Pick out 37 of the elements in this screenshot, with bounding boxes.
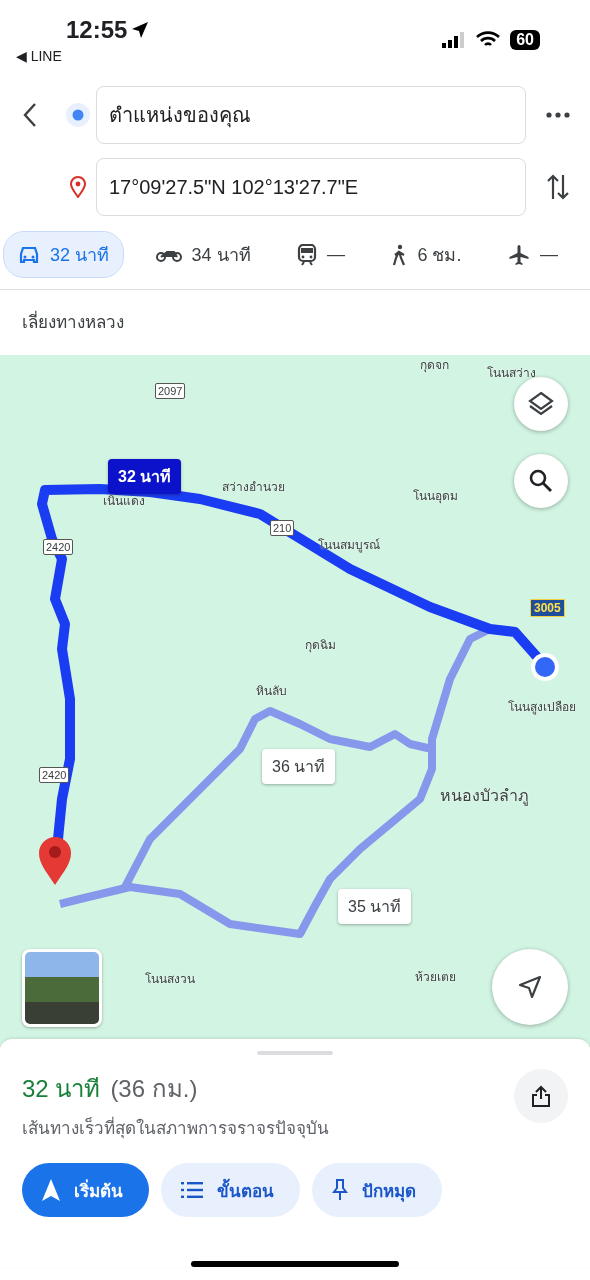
place-label: เนินแดง	[103, 493, 145, 510]
road-number-sign: 2420	[39, 767, 70, 783]
road-number-sign: 2097	[155, 383, 186, 399]
route-time-callout[interactable]: 35 นาที	[338, 889, 412, 924]
destination-field[interactable]: 17°09'27.5"N 102°13'27.7"E	[96, 158, 526, 216]
place-label: โนนสมบูรณ์	[318, 537, 380, 554]
highway-number-sign: 3005	[530, 599, 565, 617]
steps-button[interactable]: ขั้นตอน	[161, 1163, 300, 1217]
route-duration: 32 นาที	[22, 1075, 101, 1102]
place-label: โนนอุดม	[413, 488, 458, 505]
route-time-callout[interactable]: 32 นาที	[108, 459, 182, 494]
place-label: สว่างอำนวย	[222, 479, 285, 496]
travel-mode-tab[interactable]: —	[283, 235, 359, 274]
place-label: กุดจก	[420, 357, 449, 374]
travel-mode-tab[interactable]: 6 ชม.	[377, 232, 476, 277]
place-label: โนนสูงเปลือย	[508, 699, 576, 716]
place-label: กุดฉิม	[305, 637, 336, 654]
travel-mode-tab[interactable]: —	[493, 235, 572, 274]
place-label: โนนสว่าง	[487, 365, 536, 382]
route-time-callout[interactable]: 36 นาที	[262, 749, 336, 784]
travel-mode-tab[interactable]: 32 นาที	[4, 232, 124, 277]
pin-button[interactable]: ปักหมุด	[312, 1163, 442, 1217]
start-button[interactable]: เริ่มต้น	[22, 1163, 149, 1217]
back-to-app-link[interactable]: ◀ LINE	[16, 48, 62, 64]
origin-field[interactable]: ตำแหน่งของคุณ	[96, 86, 526, 144]
city-label: หนองบัวลำภู	[440, 786, 529, 808]
route-option-text: เลี่ยงทางหลวง	[0, 290, 590, 355]
place-label: โนนสงวน	[145, 971, 195, 988]
place-label: ห้วยเตย	[415, 969, 456, 986]
road-number-sign: 210	[270, 520, 295, 536]
clock-time: 12:55	[66, 16, 128, 44]
route-distance: (36 กม.)	[110, 1075, 198, 1102]
road-number-sign: 2420	[43, 539, 74, 555]
place-label: หินลับ	[256, 683, 287, 700]
battery-level: 60	[510, 30, 540, 50]
route-description: เส้นทางเร็วที่สุดในสภาพการจราจรปัจจุบัน	[22, 1114, 329, 1141]
travel-mode-tab[interactable]: 34 นาที	[141, 232, 265, 277]
